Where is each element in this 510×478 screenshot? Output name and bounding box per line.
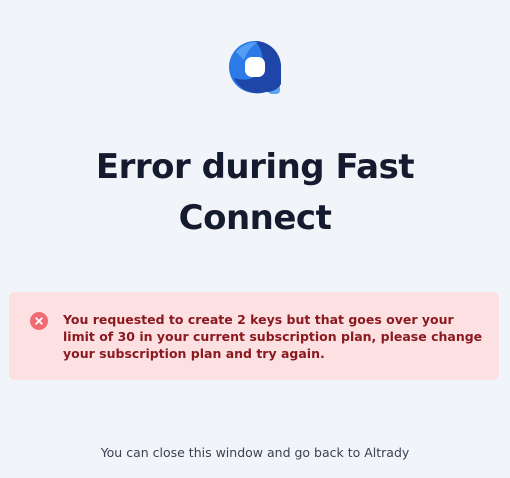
error-message: You requested to create 2 keys but that … [63, 312, 483, 361]
title-line-1: Error during Fast [95, 147, 415, 187]
title-line-2: Connect [178, 198, 332, 238]
page-title: Error during Fast Connect [0, 142, 510, 244]
error-x-circle-icon [30, 312, 48, 330]
footer-hint: You can close this window and go back to… [100, 445, 410, 460]
error-alert: You requested to create 2 keys but that … [9, 292, 499, 380]
altrady-logo-icon [226, 38, 284, 96]
